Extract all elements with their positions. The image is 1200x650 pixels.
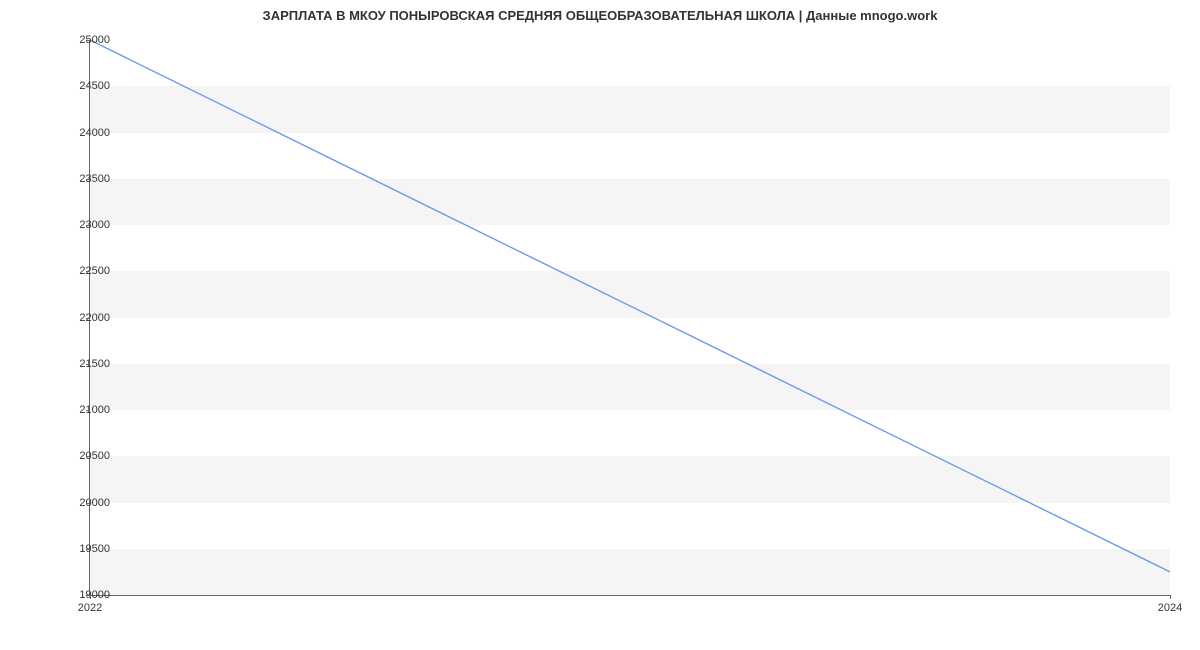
x-tick-label: 2024	[1158, 602, 1182, 614]
y-tick-mark	[86, 549, 90, 550]
y-tick-label: 24500	[50, 80, 110, 92]
y-tick-label: 20500	[50, 450, 110, 462]
y-tick-mark	[86, 225, 90, 226]
y-tick-mark	[86, 40, 90, 41]
y-tick-mark	[86, 318, 90, 319]
y-tick-mark	[86, 456, 90, 457]
y-tick-label: 23000	[50, 219, 110, 231]
y-tick-label: 19000	[50, 589, 110, 601]
y-tick-label: 19500	[50, 543, 110, 555]
y-tick-mark	[86, 410, 90, 411]
y-tick-label: 22000	[50, 312, 110, 324]
chart-container: ЗАРПЛАТА В МКОУ ПОНЫРОВСКАЯ СРЕДНЯЯ ОБЩЕ…	[0, 0, 1200, 650]
y-tick-label: 24000	[50, 127, 110, 139]
y-tick-label: 21000	[50, 404, 110, 416]
y-tick-mark	[86, 133, 90, 134]
x-axis-line	[90, 595, 1170, 596]
y-tick-mark	[86, 503, 90, 504]
x-tick-label: 2022	[78, 602, 102, 614]
line-layer	[90, 40, 1170, 595]
y-tick-mark	[86, 179, 90, 180]
x-tick-mark	[90, 595, 91, 599]
x-tick-mark	[1170, 595, 1171, 599]
y-tick-label: 22500	[50, 265, 110, 277]
plot-area	[90, 40, 1170, 595]
y-tick-label: 25000	[50, 34, 110, 46]
y-tick-mark	[86, 364, 90, 365]
series-line	[90, 40, 1170, 572]
y-tick-label: 23500	[50, 173, 110, 185]
y-tick-label: 21500	[50, 358, 110, 370]
y-tick-mark	[86, 86, 90, 87]
plot-inner	[90, 40, 1170, 595]
chart-title: ЗАРПЛАТА В МКОУ ПОНЫРОВСКАЯ СРЕДНЯЯ ОБЩЕ…	[0, 8, 1200, 23]
y-tick-label: 20000	[50, 497, 110, 509]
y-tick-mark	[86, 271, 90, 272]
